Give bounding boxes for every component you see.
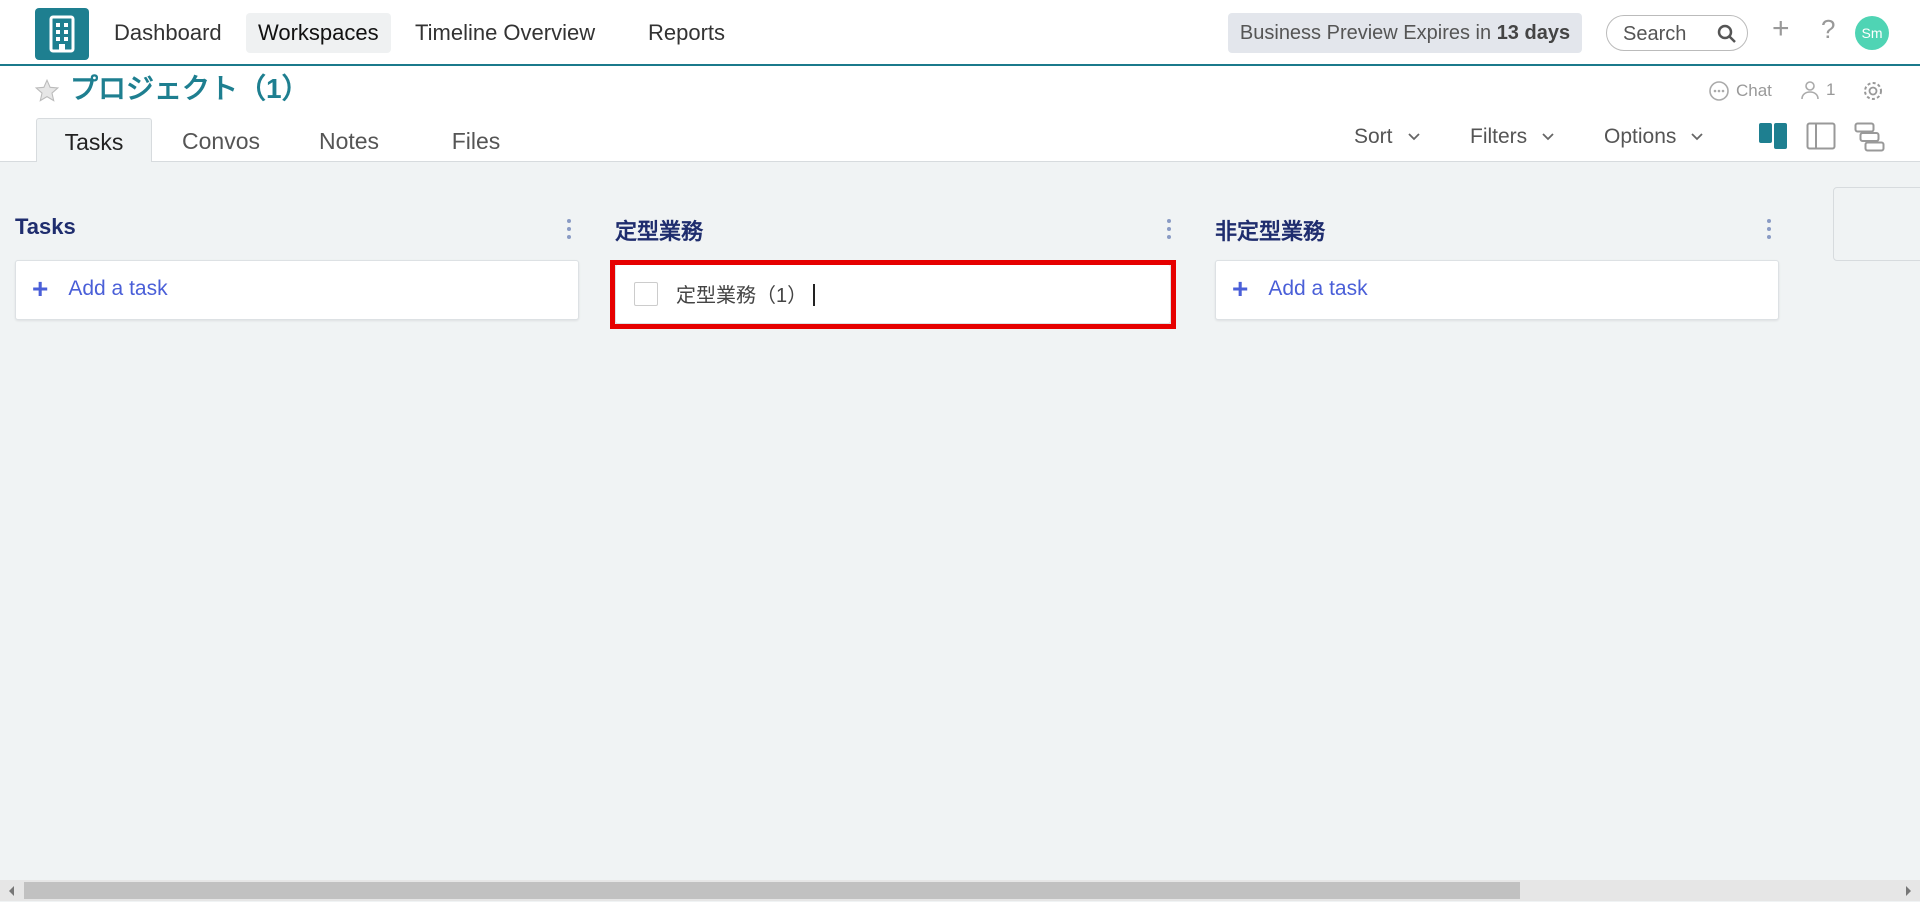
avatar[interactable]: Sm bbox=[1855, 16, 1889, 50]
preview-days: 13 days bbox=[1496, 22, 1571, 44]
members-link[interactable]: 1 bbox=[1800, 80, 1835, 100]
star-icon[interactable] bbox=[34, 78, 60, 109]
add-task-card[interactable]: + Add a task bbox=[15, 260, 579, 320]
highlight-box bbox=[610, 260, 1176, 329]
column-title-routine[interactable]: 定型業務 bbox=[615, 214, 703, 246]
more-vertical-icon[interactable] bbox=[1165, 218, 1173, 245]
plus-icon: + bbox=[1232, 273, 1249, 304]
sort-dropdown[interactable]: Sort bbox=[1354, 122, 1421, 152]
plus-icon[interactable]: + bbox=[1772, 14, 1790, 44]
options-label: Options bbox=[1604, 125, 1677, 148]
add-task-card[interactable]: + Add a task bbox=[1215, 260, 1779, 320]
filters-dropdown[interactable]: Filters bbox=[1470, 122, 1555, 152]
tab-tasks[interactable]: Tasks bbox=[36, 118, 152, 162]
nav-timeline-overview[interactable]: Timeline Overview bbox=[403, 13, 607, 53]
chat-icon bbox=[1709, 81, 1729, 101]
nav-workspaces[interactable]: Workspaces bbox=[246, 13, 391, 53]
sort-label: Sort bbox=[1354, 125, 1393, 148]
scroll-left-icon[interactable] bbox=[8, 884, 16, 902]
project-header: プロジェクト（1） Chat 1 Tasks Convos Notes File… bbox=[0, 66, 1920, 162]
board-view-icon[interactable] bbox=[1758, 122, 1788, 155]
horizontal-scrollbar[interactable] bbox=[0, 880, 1920, 901]
preview-text: Business Preview Expires in bbox=[1239, 22, 1497, 44]
tab-files[interactable]: Files bbox=[428, 118, 524, 162]
tab-convos[interactable]: Convos bbox=[170, 118, 272, 162]
person-icon bbox=[1801, 81, 1819, 100]
members-count: 1 bbox=[1826, 80, 1836, 99]
add-task-label: Add a task bbox=[1268, 277, 1368, 300]
add-task-label: Add a task bbox=[68, 277, 168, 300]
more-vertical-icon[interactable] bbox=[1765, 218, 1773, 245]
add-task-button[interactable]: + Add a task bbox=[1232, 275, 1368, 303]
list-view-icon[interactable] bbox=[1806, 122, 1836, 155]
add-task-button[interactable]: + Add a task bbox=[32, 275, 168, 303]
search-box[interactable] bbox=[1606, 15, 1748, 51]
column-title-tasks[interactable]: Tasks bbox=[15, 214, 76, 240]
column-title-non-routine[interactable]: 非定型業務 bbox=[1215, 214, 1325, 246]
tab-notes[interactable]: Notes bbox=[300, 118, 398, 162]
chevron-down-icon bbox=[1691, 133, 1704, 141]
scroll-right-icon[interactable] bbox=[1904, 884, 1912, 902]
nav-reports[interactable]: Reports bbox=[636, 13, 737, 53]
chat-link[interactable]: Chat bbox=[1708, 80, 1772, 102]
filters-label: Filters bbox=[1470, 125, 1528, 148]
project-title[interactable]: プロジェクト（1） bbox=[70, 71, 310, 107]
more-vertical-icon[interactable] bbox=[565, 218, 573, 245]
nav-dashboard[interactable]: Dashboard bbox=[102, 13, 234, 53]
search-input[interactable] bbox=[1621, 20, 1715, 48]
chevron-down-icon bbox=[1407, 133, 1420, 141]
help-icon[interactable]: ? bbox=[1821, 14, 1835, 44]
scrollbar-thumb[interactable] bbox=[24, 882, 1520, 899]
building-icon[interactable] bbox=[35, 8, 89, 60]
gear-icon[interactable] bbox=[1862, 80, 1884, 102]
business-preview-badge[interactable]: Business Preview Expires in 13 days bbox=[1228, 13, 1582, 53]
timeline-view-icon[interactable] bbox=[1854, 122, 1886, 157]
top-nav: Dashboard Workspaces Timeline Overview R… bbox=[0, 0, 1920, 66]
plus-icon: + bbox=[32, 273, 49, 304]
chevron-down-icon bbox=[1542, 133, 1554, 141]
search-icon[interactable] bbox=[1717, 24, 1737, 49]
options-dropdown[interactable]: Options bbox=[1604, 122, 1704, 152]
chat-label: Chat bbox=[1736, 81, 1772, 100]
add-column-stub[interactable] bbox=[1833, 187, 1920, 261]
